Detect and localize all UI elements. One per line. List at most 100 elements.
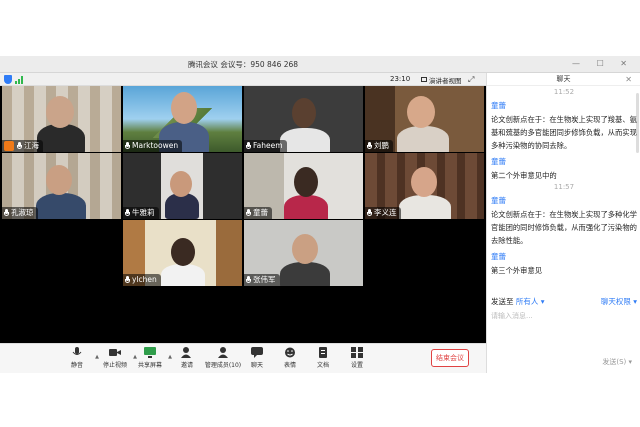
participant-name-tag: 江海 (2, 140, 43, 152)
send-to-row: 发送至 所有人 ▾ 聊天权限 ▾ (491, 296, 637, 307)
share-screen-icon (144, 347, 156, 358)
mute-label: 静音 (70, 362, 83, 369)
meeting-timer: 23:10 (390, 75, 411, 83)
participant-name-tag: 张伟军 (244, 274, 280, 286)
smiley-icon (284, 347, 296, 358)
layout-icon (421, 77, 427, 82)
message-text: 第三个外审意见 (491, 266, 543, 275)
video-tile[interactable]: 张伟军 (244, 220, 363, 286)
recipient-select[interactable]: 所有人 ▾ (516, 297, 545, 306)
message-timestamp: 11:57 (553, 183, 575, 191)
microphone-icon (71, 347, 83, 358)
video-tile[interactable]: 刘鹏 (365, 86, 484, 152)
participant-name-tag: 刘鹏 (365, 140, 393, 152)
chat-permission-select[interactable]: 聊天权限 ▾ (601, 296, 637, 307)
share-screen-button[interactable]: 共享屏幕 ▲ (130, 347, 172, 369)
message-text: 论文创新点在于：在生物炭上实现了多种化学官能团的同时修饰负载，从而强化了污染物的… (491, 210, 637, 245)
chat-header: 聊天 ✕ (487, 73, 640, 86)
send-label: 发送(S) (602, 358, 627, 366)
participant-name-tag: 牛雅莉 (123, 207, 159, 219)
message-sender: 童蕾 (491, 196, 506, 205)
microphone-icon (246, 209, 251, 217)
chat-icon (251, 347, 263, 358)
reactions-label: 表情 (283, 362, 296, 369)
participant-name-tag: 童蕾 (244, 207, 272, 219)
participant-name: 牛雅莉 (132, 208, 155, 217)
video-tile[interactable]: ylchen (123, 220, 242, 286)
participant-name: 孔淑琼 (11, 208, 34, 217)
video-grid: 江海 Marktoowen Faheem 刘鹏 孔淑琼 牛雅莉 童蕾 李义连 y… (0, 86, 486, 343)
close-icon[interactable]: ✕ (625, 73, 632, 86)
microphone-icon (125, 209, 130, 217)
participant-name: Marktoowen (132, 141, 179, 150)
video-tile[interactable]: 李义连 (365, 153, 484, 219)
camera-icon (109, 347, 121, 358)
members-icon (217, 347, 229, 358)
signal-icon[interactable] (15, 76, 25, 84)
manage-members-label: 管理成员(10) (204, 362, 242, 369)
title-bar: 腾讯会议 会议号：950 846 268 — ☐ ✕ (0, 56, 640, 73)
window-controls[interactable]: — ☐ ✕ (572, 59, 634, 68)
settings-icon (351, 347, 363, 358)
message-sender: 童蕾 (491, 101, 506, 110)
meeting-toolbar: 静音▲ 停止视频▲ 共享屏幕▲ 邀请 管理成员(10) 聊天 表情 文档 (0, 343, 486, 373)
meeting-window: 腾讯会议 会议号：950 846 268 — ☐ ✕ 23:10 演讲者视图 ⤢… (0, 56, 640, 373)
add-user-icon (181, 347, 193, 358)
video-tile[interactable]: 牛雅莉 (123, 153, 242, 219)
video-tile[interactable]: 江海 (2, 86, 121, 152)
microphone-icon (246, 142, 251, 150)
participant-name-tag: 孔淑琼 (2, 207, 38, 219)
video-tile[interactable]: 孔淑琼 (2, 153, 121, 219)
participant-name: Faheem (253, 141, 283, 150)
microphone-icon (17, 142, 22, 150)
participant-name: 刘鹏 (374, 141, 389, 150)
chat-input[interactable]: 请输入消息... (491, 311, 533, 321)
send-to-label: 发送至 (491, 297, 514, 306)
chat-label: 聊天 (250, 362, 263, 369)
participant-name: 童蕾 (253, 208, 268, 217)
participant-name-tag: ylchen (123, 274, 161, 286)
end-meeting-button[interactable]: 结束会议 (431, 349, 469, 367)
microphone-icon (367, 209, 372, 217)
participant-name-tag: Faheem (244, 140, 287, 152)
participant-name: 张伟军 (253, 275, 276, 284)
microphone-icon (4, 209, 9, 217)
send-button[interactable]: 发送(S) ▾ (602, 357, 632, 367)
invite-label: 邀请 (180, 362, 193, 369)
speaker-view-button[interactable]: 演讲者视图 (418, 74, 465, 85)
microphone-icon (246, 276, 251, 284)
speaker-view-label: 演讲者视图 (429, 76, 462, 85)
chat-title: 聊天 (556, 75, 571, 83)
fullscreen-icon[interactable]: ⤢ (468, 75, 474, 85)
microphone-icon (367, 142, 372, 150)
participant-name: 李义连 (374, 208, 397, 217)
video-tile[interactable]: Marktoowen (123, 86, 242, 152)
message-sender: 童蕾 (491, 252, 506, 261)
chat-messages: 11:52 童蕾 论文创新点在于：在生物炭上实现了羧基、氨基和巯基的多官能团同步… (487, 87, 640, 293)
message-sender: 童蕾 (491, 157, 506, 166)
documents-label: 文档 (316, 362, 329, 369)
host-icon (4, 141, 14, 151)
participant-name: 江海 (24, 141, 39, 150)
shield-icon[interactable] (4, 75, 12, 84)
video-tile[interactable]: 童蕾 (244, 153, 363, 219)
document-icon (317, 347, 329, 358)
participant-name: ylchen (132, 275, 157, 284)
settings-button[interactable]: 设置 (337, 347, 377, 369)
chat-panel: 聊天 ✕ 11:52 童蕾 论文创新点在于：在生物炭上实现了羧基、氨基和巯基的多… (486, 73, 640, 373)
stop-video-label: 停止视频 (102, 362, 127, 369)
stop-video-button[interactable]: 停止视频 ▲ (95, 347, 137, 369)
meeting-status-bar: 23:10 演讲者视图 ⤢ (0, 73, 486, 86)
share-screen-label: 共享屏幕 (137, 362, 162, 369)
participant-name-tag: 李义连 (365, 207, 401, 219)
mute-button[interactable]: 静音 ▲ (57, 347, 99, 369)
video-tile[interactable]: Faheem (244, 86, 363, 152)
settings-label: 设置 (350, 362, 363, 369)
message-timestamp: 11:52 (553, 88, 575, 96)
message-text: 论文创新点在于：在生物炭上实现了羧基、氨基和巯基的多官能团同步修饰负载，从而实现… (491, 115, 637, 150)
message-text: 第二个外审意见中的 (491, 171, 557, 180)
window-title: 腾讯会议 会议号：950 846 268 (187, 60, 299, 69)
participant-name-tag: Marktoowen (123, 140, 183, 152)
microphone-icon (125, 142, 130, 150)
recipient-value: 所有人 (515, 297, 539, 306)
